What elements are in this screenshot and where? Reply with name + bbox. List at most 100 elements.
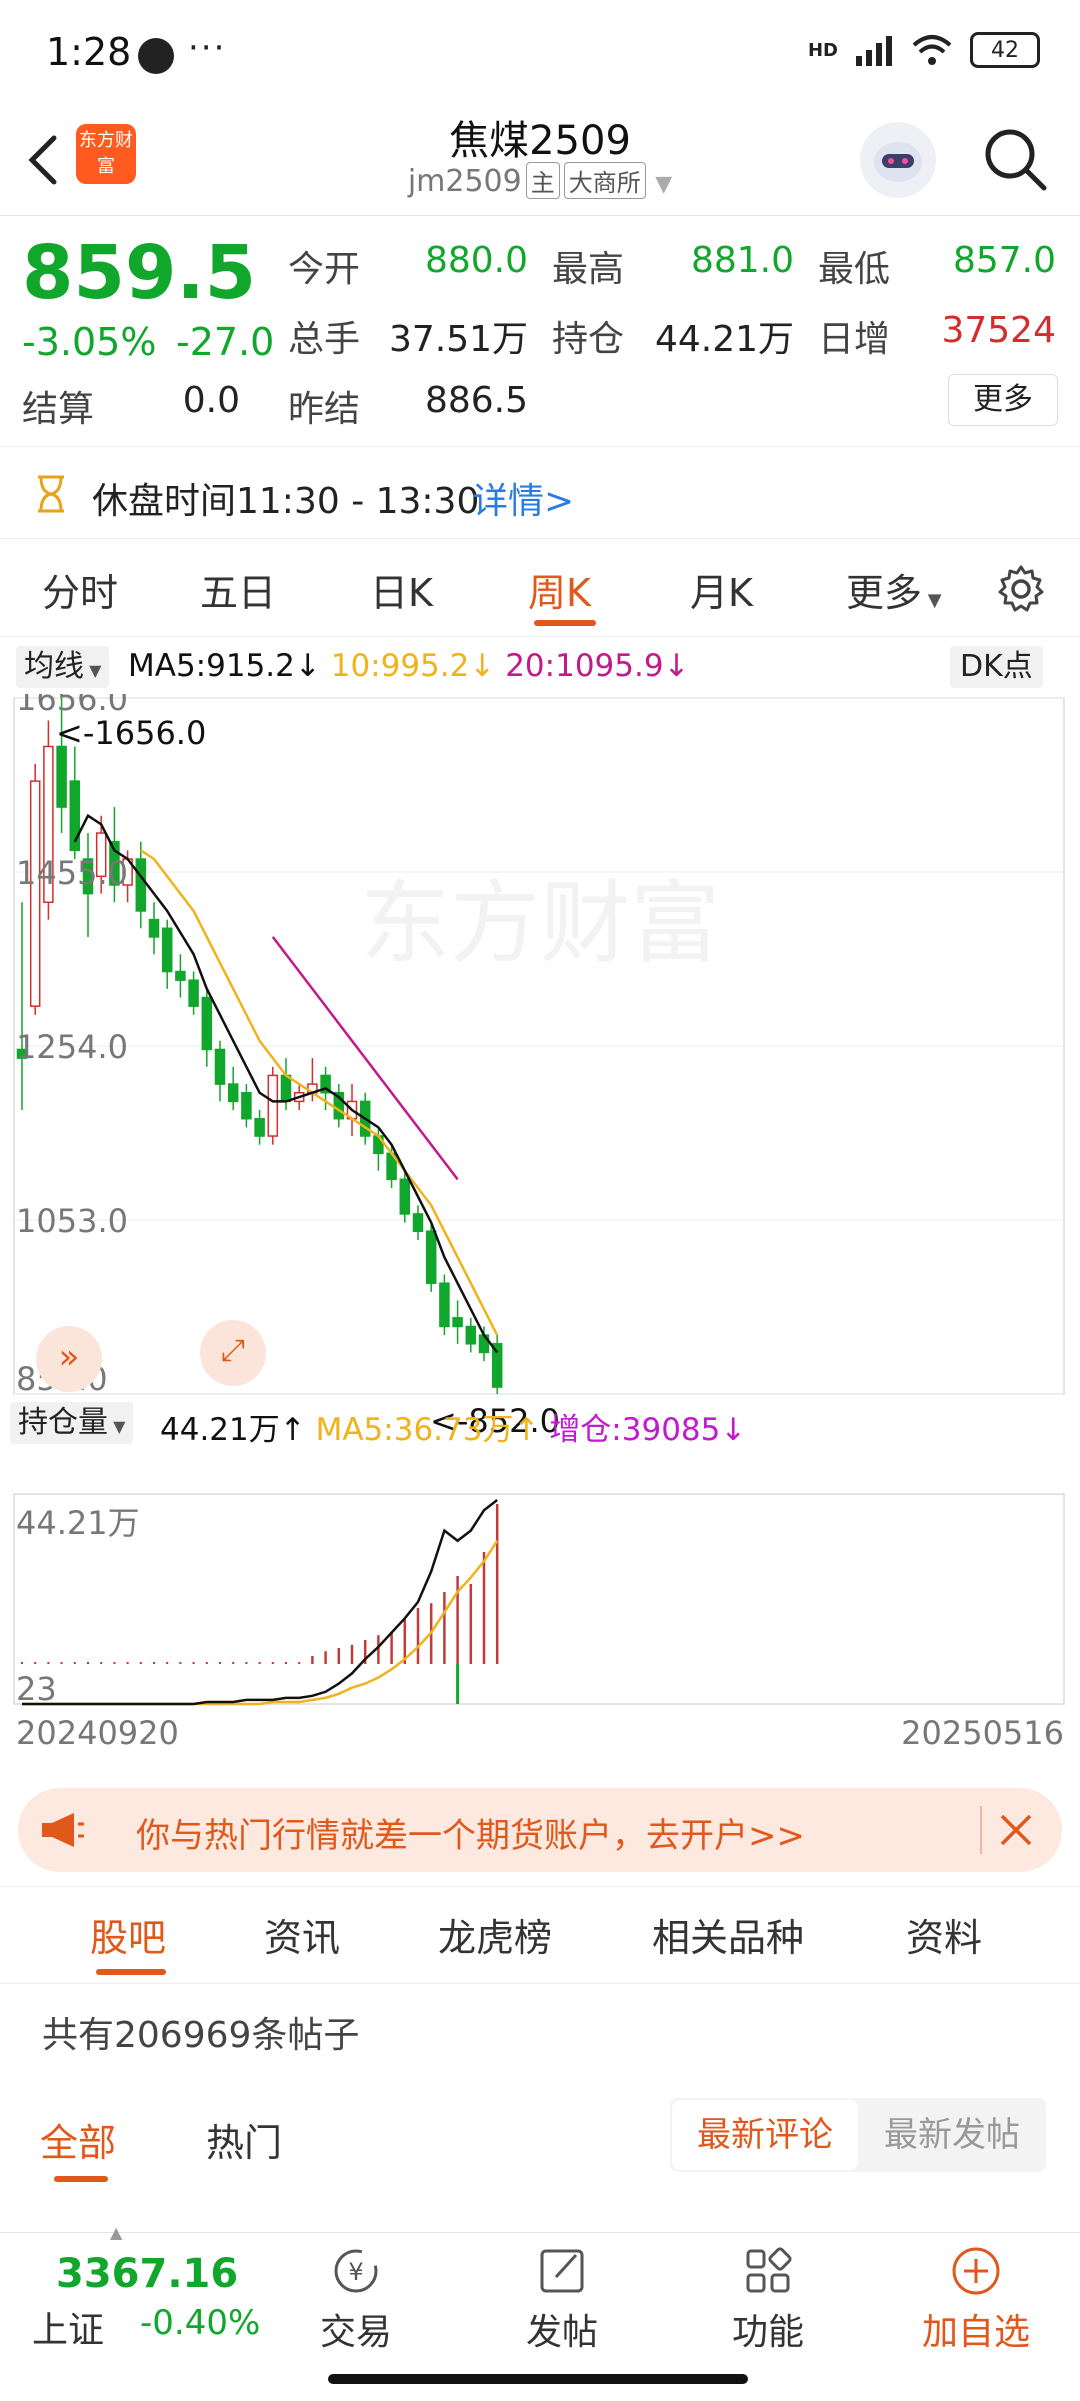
oi-selector[interactable]: 持仓量 ▼ [10, 1402, 134, 1444]
high-label: 最高 [552, 249, 625, 290]
y-tick-label: 1455.0 [16, 854, 128, 892]
tab-daily-k[interactable]: 日K [370, 562, 433, 617]
daily-increase-value: 37524 [941, 310, 1056, 351]
high-value: 881.0 [690, 240, 794, 281]
tab-more[interactable]: 更多 ▼ [846, 562, 942, 617]
nav-functions[interactable]: 功能 [698, 2243, 838, 2355]
ma-legend: MA5:915.2↓ 10:995.2↓ 20:1095.9↓ [128, 648, 690, 684]
candle-body [161, 927, 173, 973]
x-start-label: 20240920 [16, 1714, 179, 1752]
megaphone-icon [42, 1813, 84, 1847]
network-label: HD [807, 39, 838, 61]
last-price: 859.5 [22, 230, 257, 316]
candle-body [439, 1282, 450, 1328]
exchange-tag: 大商所 [563, 162, 646, 199]
trading-notice: 休盘时间11:30 - 13:30 详情> [0, 448, 1080, 539]
index-change: -0.40% [140, 2303, 261, 2343]
up-arrow-icon: ↑ [513, 1412, 550, 1448]
more-button[interactable]: 更多 [948, 374, 1058, 426]
kline-svg: 东方财富 1656.01455.01254.01053.0852.0 <-165… [13, 694, 1065, 1752]
filter-indicator [54, 2176, 108, 2182]
tab-guba[interactable]: 股吧 [90, 1907, 166, 1962]
nav-trade[interactable]: ¥ 交易 [286, 2243, 426, 2355]
tab-intraday[interactable]: 分时 [42, 562, 118, 617]
settle-label: 结算 [22, 389, 95, 430]
home-indicator [328, 2374, 748, 2384]
candle-body [214, 1048, 226, 1085]
index-value: 3367.16 [56, 2251, 239, 2297]
ma-selector-label: 均线 [24, 649, 84, 684]
contract-code: jm2509 [407, 164, 522, 199]
wifi-icon [912, 35, 952, 65]
main-tag: 主 [525, 162, 560, 199]
close-icon[interactable] [998, 1812, 1034, 1848]
tab-weekly-k[interactable]: 周K [528, 562, 591, 617]
kline-chart-area: 均线 ▼ MA5:915.2↓ 10:995.2↓ 20:1095.9↓ DK点… [0, 640, 1080, 1760]
oi-selector-label: 持仓量 [18, 1405, 108, 1440]
tab-related[interactable]: 相关品种 [652, 1907, 804, 1962]
more-dots-icon: ··· [188, 28, 227, 68]
prev-settle-value: 886.5 [424, 380, 528, 421]
open-label: 今开 [288, 249, 361, 290]
settle-value: 0.0 [182, 380, 240, 421]
filter-all[interactable]: 全部 [40, 2112, 116, 2167]
svg-text:¥: ¥ [348, 2258, 363, 2286]
battery-icon: 42 [970, 32, 1040, 68]
sort-latest-post[interactable]: 最新发帖 [860, 2100, 1044, 2170]
tab-dragon-tiger[interactable]: 龙虎榜 [438, 1907, 552, 1962]
dropdown-icon: ▼ [655, 172, 673, 197]
tab-monthly-k[interactable]: 月K [690, 562, 753, 617]
nav-add-watchlist-label: 加自选 [921, 2312, 1030, 2353]
ma10-legend: 10:995.2 [330, 648, 470, 684]
tab-five-day[interactable]: 五日 [200, 562, 276, 617]
candle-body [201, 996, 213, 1051]
down-arrow-icon: ↓ [663, 648, 690, 684]
candle-body [425, 1230, 437, 1284]
nav-post[interactable]: 发帖 [492, 2243, 632, 2355]
nav-add-watchlist[interactable]: 加自选 [906, 2243, 1046, 2355]
ma-selector[interactable]: 均线 ▼ [16, 646, 110, 688]
open-value: 880.0 [424, 240, 528, 281]
candle-body [254, 1117, 265, 1137]
info-tabs: 股吧 资讯 龙虎榜 相关品种 资料 [0, 1886, 1080, 1984]
ma20-legend: 20:1095.9 [505, 648, 664, 684]
notice-text: 休盘时间11:30 - 13:30 [92, 481, 480, 522]
open-account-banner[interactable]: 你与热门行情就差一个期货账户，去开户>> [18, 1788, 1062, 1872]
caret-up-icon: ▲ [110, 2223, 123, 2242]
change-value: -27.0 [176, 320, 275, 364]
status-time: 1:28 [46, 30, 132, 74]
search-icon[interactable] [980, 124, 1050, 194]
ma5-legend: MA5:915.2 [128, 648, 295, 684]
settings-gear-icon[interactable] [996, 564, 1046, 614]
dk-point-button[interactable]: DK点 [950, 646, 1043, 688]
volume-value: 37.51万 [388, 319, 528, 360]
expand-left-icon[interactable]: » [36, 1326, 102, 1392]
oi-value: 44.21万 [160, 1412, 280, 1448]
sort-toggle: 最新评论 最新发帖 [670, 2098, 1046, 2172]
tab-news[interactable]: 资讯 [264, 1907, 340, 1962]
index-ticker[interactable]: ▲ 3367.16 上证 -0.40% [0, 2223, 261, 2353]
change-percent: -3.05% [22, 320, 157, 364]
x-end-label: 20250516 [901, 1714, 1064, 1752]
oi-frame [13, 1493, 1065, 1705]
oi-change: 增仓:39085 [549, 1412, 721, 1448]
filter-hot[interactable]: 热门 [206, 2112, 282, 2167]
candle-body [148, 918, 160, 938]
watermark: 东方财富 [360, 871, 720, 976]
volume-label: 总手 [288, 319, 361, 360]
notification-icon [138, 38, 174, 74]
tab-profile[interactable]: 资料 [906, 1907, 982, 1962]
robot-assistant-icon[interactable] [860, 122, 936, 198]
oi-ma5-line [22, 1540, 499, 1706]
candle-body [465, 1325, 477, 1345]
nav-post-label: 发帖 [525, 2312, 598, 2353]
candle-body [412, 1213, 424, 1233]
caret-down-icon: ▼ [108, 1417, 126, 1436]
candle-body [241, 1091, 252, 1120]
open-interest-value: 44.21万 [654, 319, 794, 360]
candle-body [29, 780, 41, 1007]
sort-latest-comment[interactable]: 最新评论 [672, 2100, 858, 2170]
details-link[interactable]: 详情> [472, 472, 574, 524]
fullscreen-icon[interactable]: ⤢ [200, 1320, 266, 1386]
candle-body [280, 1074, 292, 1103]
